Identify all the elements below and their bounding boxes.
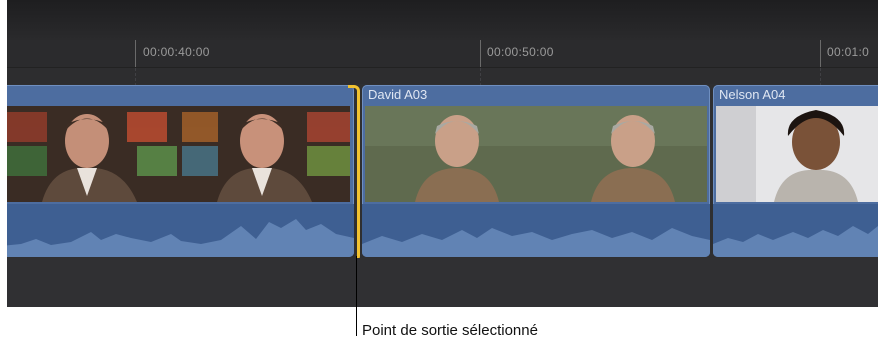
timeline-band [7,68,878,84]
waveform-graphic [713,226,878,257]
timeline: 00:00:40:00 00:00:50:00 00:01:0 David A0… [7,0,878,307]
empty-track-area [7,258,878,307]
ruler-tick-label: 00:01:0 [827,45,870,59]
video-thumbnail-image [7,106,350,202]
audio-waveform [362,204,710,257]
callout-line [356,256,357,336]
timecode-ruler[interactable]: 00:00:40:00 00:00:50:00 00:01:0 [7,40,878,68]
clip-thumbnails [7,106,350,202]
clip-2[interactable]: David A03 [362,85,710,257]
clip-thumbnails [716,106,878,202]
ruler-tick-label: 00:00:50:00 [487,45,554,59]
ruler-tick [820,40,821,67]
clip-1[interactable] [7,85,354,257]
video-thumbnail-image [365,106,707,202]
video-thumbnail-image [716,106,878,202]
callout-label: Point de sortie sélectionné [362,322,538,339]
clip-title: Nelson A04 [719,87,786,102]
waveform-graphic [7,219,354,257]
audio-waveform [713,204,878,257]
clip-thumbnails [365,106,707,202]
ruler-tick [135,40,136,67]
ruler-tick-label: 00:00:40:00 [143,45,210,59]
clip-title: David A03 [368,87,428,102]
audio-waveform [7,204,354,257]
waveform-graphic [362,228,710,257]
selected-out-point-marker[interactable] [348,85,360,262]
clip-3[interactable]: Nelson A04 [713,85,878,257]
timeline-toolbar [7,0,878,41]
ruler-tick [480,40,481,67]
